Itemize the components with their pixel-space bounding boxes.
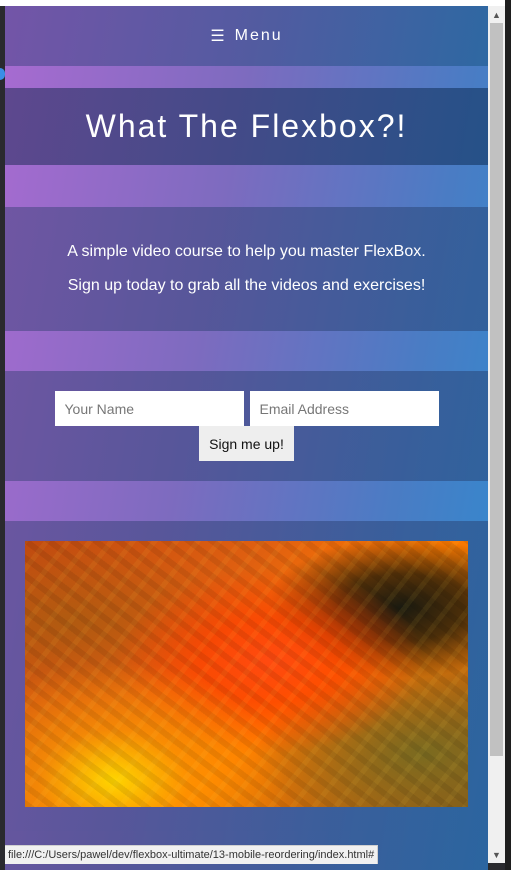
intro-line-1: A simple video course to help you master… [67,243,426,260]
scroll-up-icon[interactable]: ▲ [488,6,505,23]
hamburger-icon: ☰ [210,28,227,45]
page-title: What The Flexbox?! [85,108,408,144]
hero-section: What The Flexbox?! [5,88,488,165]
intro-line-2: Sign up today to grab all the videos and… [67,277,426,294]
menu-toggle[interactable]: ☰ Menu [5,6,488,66]
signup-form: Sign me up! [5,371,488,481]
vertical-scrollbar[interactable]: ▲ ▼ [488,6,505,863]
intro-section: A simple video course to help you master… [5,207,488,331]
name-input[interactable] [54,391,244,426]
link-status-bar: file:///C:/Users/pawel/dev/flexbox-ultim… [5,845,379,864]
signup-button[interactable]: Sign me up! [199,426,294,461]
scroll-down-icon[interactable]: ▼ [488,846,505,863]
editor-edge-strip [505,0,511,870]
video-thumbnail[interactable] [25,541,468,807]
page-viewport: ☰ Menu What The Flexbox?! A simple video… [5,6,488,870]
signup-fields [54,391,439,426]
media-section [5,521,488,831]
email-input[interactable] [249,391,439,426]
scrollbar-thumb[interactable] [490,23,503,756]
menu-label: Menu [234,27,283,44]
